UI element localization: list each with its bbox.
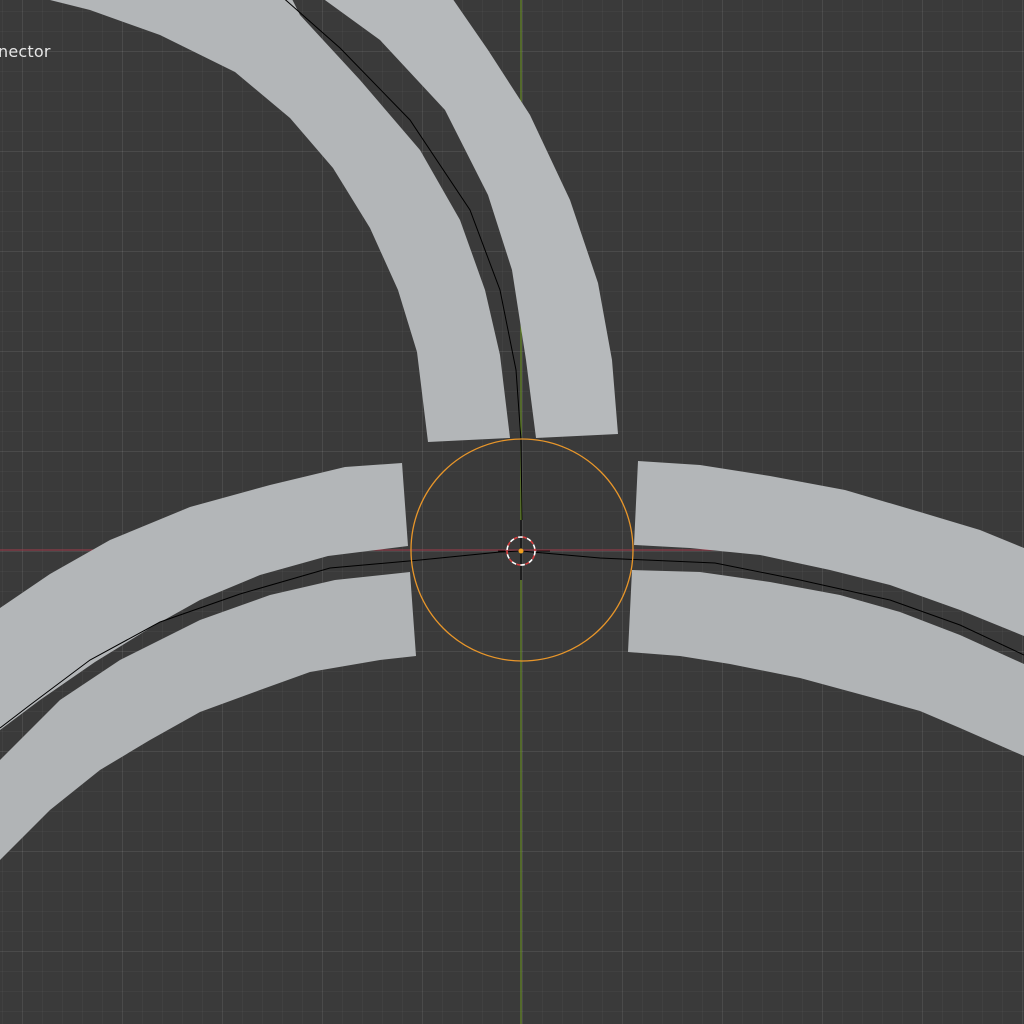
3d-viewport[interactable]: nector bbox=[0, 0, 1024, 1024]
object-origin-icon bbox=[518, 548, 524, 554]
scene-canvas[interactable] bbox=[0, 0, 1024, 1024]
object-name-label: nector bbox=[0, 42, 51, 61]
